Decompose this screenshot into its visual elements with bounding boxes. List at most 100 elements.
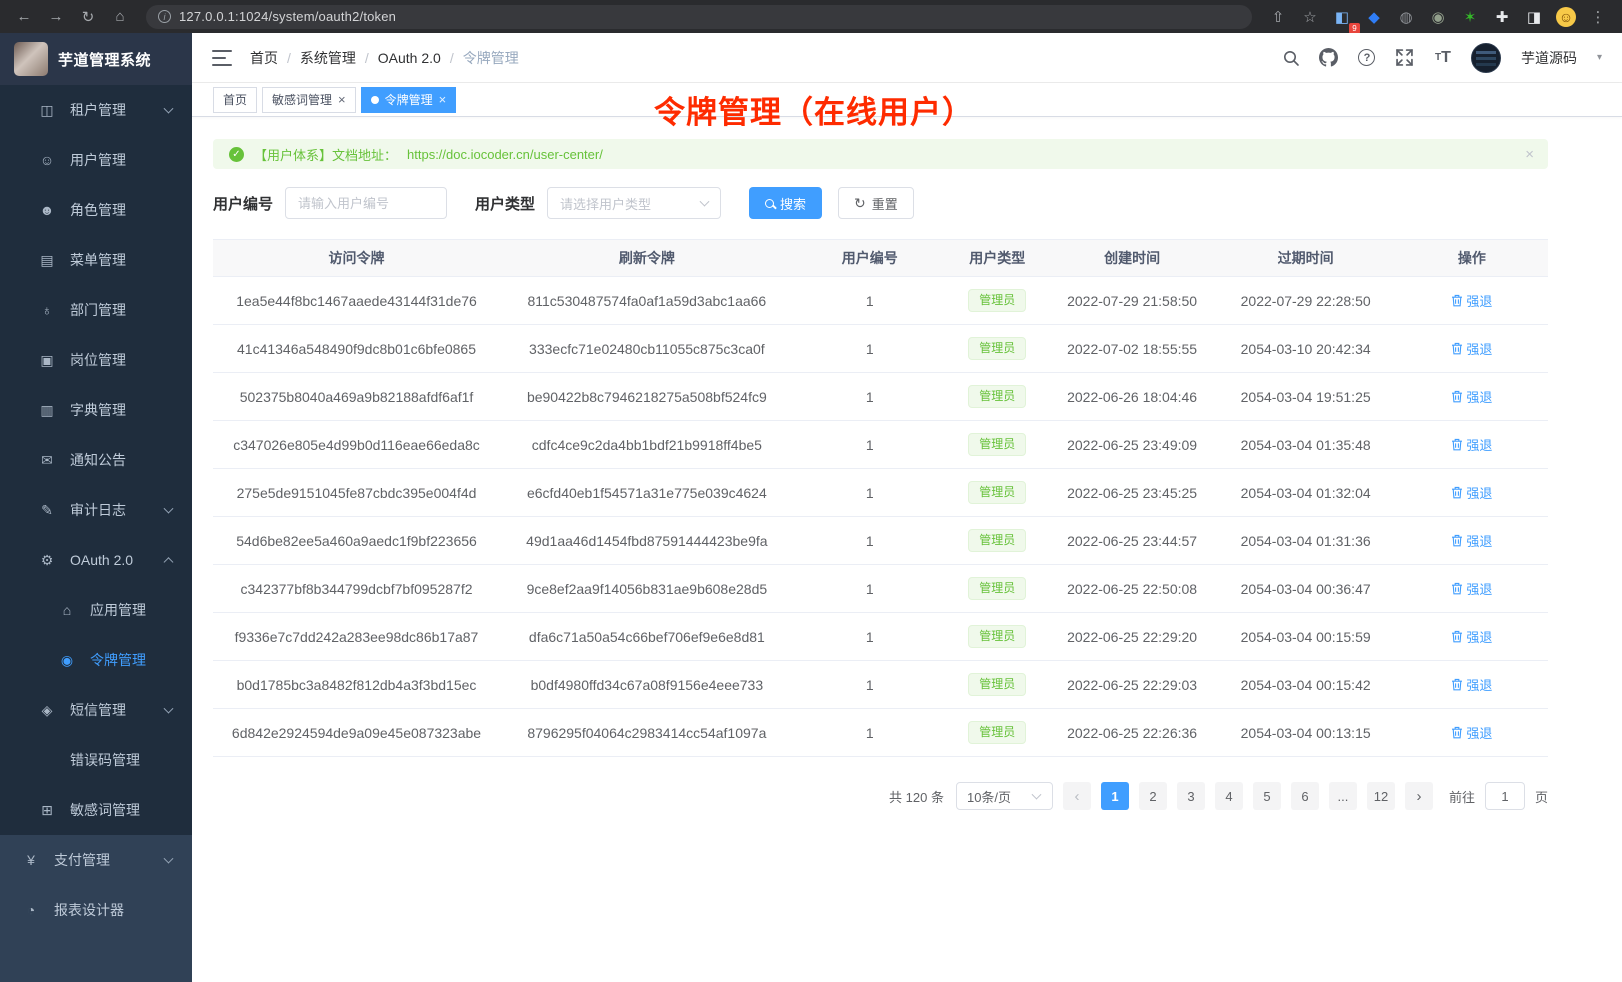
user-name[interactable]: 芋道源码 [1521,48,1577,68]
user-type-select[interactable]: 请选择用户类型 [547,187,721,219]
browser-menu-icon[interactable]: ⋮ [1584,4,1612,30]
user-avatar[interactable] [1471,43,1501,73]
sidebar-item-notice[interactable]: ✉通知公告 [0,435,192,485]
user-id-cell: 1 [794,709,946,757]
force-logout-button[interactable]: 强退 [1451,387,1492,406]
sidebar-item-errcode[interactable]: 错误码管理 [0,735,192,785]
force-logout-button[interactable]: 强退 [1451,483,1492,502]
search-button[interactable]: 搜索 [749,187,822,219]
breadcrumb-system[interactable]: 系统管理 [300,48,356,68]
action-cell: 强退 [1396,517,1548,565]
sidebar-item-oauth2[interactable]: ⚙OAuth 2.0 [0,535,192,585]
sidebar-item-tenant[interactable]: ◫租户管理 [0,85,192,135]
chevron-down-icon [700,197,710,207]
sms-shield-icon: ◈ [38,702,56,719]
font-size-icon[interactable]: TT [1433,48,1453,68]
puzzle-extension-icon[interactable]: ✚ [1488,4,1516,30]
help-icon[interactable]: ? [1357,48,1377,68]
sidebar-item-dict[interactable]: ▥字典管理 [0,385,192,435]
sidebar-item-oauth2-app[interactable]: ⌂应用管理 [0,585,192,635]
sidebar-item-report[interactable]: ◔报表设计器 [0,885,192,935]
user-type-badge: 管理员 [968,577,1026,599]
created-time-cell: 2022-07-02 18:55:55 [1049,325,1216,373]
force-logout-button[interactable]: 强退 [1451,579,1492,598]
tab-view-1[interactable]: 敏感词管理× [262,87,356,113]
extension-badge: 9 [1349,23,1360,34]
split-view-icon[interactable]: ◨ [1520,4,1548,30]
force-logout-button[interactable]: 强退 [1451,291,1492,310]
sidebar-item-user[interactable]: ☺用户管理 [0,135,192,185]
more-pages-button[interactable]: ... [1329,782,1357,810]
user-type-badge: 管理员 [968,337,1026,359]
app-logo[interactable]: 芋道管理系统 [0,33,192,85]
expire-time-cell: 2054-03-04 00:15:59 [1216,613,1396,661]
collapse-sidebar-icon[interactable] [212,50,232,66]
close-tab-icon[interactable]: × [439,93,447,106]
user-id-input[interactable] [285,187,447,219]
top-navbar: 首页 / 系统管理 / OAuth 2.0 / 令牌管理 ? TT [192,33,1622,83]
tab-view-2[interactable]: 令牌管理× [361,87,457,113]
prev-page-button[interactable]: ‹ [1063,782,1091,810]
forward-icon[interactable]: → [42,4,70,30]
command-extension-icon[interactable]: ◍ [1392,4,1420,30]
sidebar-item-audit[interactable]: ✎审计日志 [0,485,192,535]
close-tab-icon[interactable]: × [338,93,346,106]
tab-home[interactable]: 首页 [213,87,257,113]
breadcrumb-oauth[interactable]: OAuth 2.0 [378,50,441,66]
goto-page-input[interactable] [1485,782,1525,810]
sidebar-item-dept[interactable]: ♁部门管理 [0,285,192,335]
page-button-4[interactable]: 4 [1215,782,1243,810]
trash-icon [1451,630,1463,643]
sidebar-item-words[interactable]: ⊞敏感词管理 [0,785,192,835]
back-icon[interactable]: ← [10,4,38,30]
circle-extension-icon[interactable]: ◉ [1424,4,1452,30]
close-icon[interactable]: × [1525,146,1534,163]
force-logout-button[interactable]: 强退 [1451,627,1492,646]
sidebar-menu-system-group: ◫租户管理☺用户管理☻角色管理▤菜单管理♁部门管理▣岗位管理▥字典管理✉通知公告… [0,85,192,835]
profile-avatar[interactable]: ☺ [1552,4,1580,30]
page-button-2[interactable]: 2 [1139,782,1167,810]
page-button-1[interactable]: 1 [1101,782,1129,810]
star-extension-icon[interactable]: ✶ [1456,4,1484,30]
token-table: 访问令牌刷新令牌用户编号用户类型创建时间过期时间操作 1ea5e44f8bc14… [213,239,1548,757]
sidebar-item-oauth2-token[interactable]: ◉令牌管理 [0,635,192,685]
search-icon[interactable] [1281,48,1301,68]
sidebar-item-menu[interactable]: ▤菜单管理 [0,235,192,285]
page-button-12[interactable]: 12 [1367,782,1395,810]
page-button-3[interactable]: 3 [1177,782,1205,810]
reload-icon[interactable]: ↻ [74,4,102,30]
page-button-5[interactable]: 5 [1253,782,1281,810]
doc-link[interactable]: https://doc.iocoder.cn/user-center/ [407,147,603,162]
bookmark-star-icon[interactable]: ☆ [1296,4,1324,30]
breadcrumb-home[interactable]: 首页 [250,48,278,68]
table-row: 54d6be82ee5a460a9aedc1f9bf22365649d1aa46… [213,517,1548,565]
blocks-extension-icon[interactable]: ◧9 [1328,4,1356,30]
reset-button[interactable]: ↻ 重置 [838,187,914,219]
sidebar-item-role[interactable]: ☻角色管理 [0,185,192,235]
sidebar-item-pay[interactable]: ¥支付管理 [0,835,192,885]
home-icon[interactable]: ⌂ [106,4,134,30]
fullscreen-icon[interactable] [1395,48,1415,68]
sidebar-item-post[interactable]: ▣岗位管理 [0,335,192,385]
user-type-cell: 管理员 [946,373,1049,421]
force-logout-button[interactable]: 强退 [1451,435,1492,454]
site-info-icon[interactable]: i [158,10,171,23]
chevron-down-icon[interactable]: ▾ [1597,52,1602,63]
search-icon [765,199,774,208]
tag-view-bar: 首页敏感词管理×令牌管理× [192,83,1622,117]
gem-extension-icon[interactable]: ◆ [1360,4,1388,30]
next-page-button[interactable]: › [1405,782,1433,810]
page-size-select[interactable]: 10条/页 [956,782,1053,810]
force-logout-button[interactable]: 强退 [1451,531,1492,550]
user-type-badge: 管理员 [968,433,1026,455]
page-button-6[interactable]: 6 [1291,782,1319,810]
force-logout-button[interactable]: 强退 [1451,675,1492,694]
refresh-token-cell: be90422b8c7946218275a508bf524fc9 [500,373,794,421]
force-logout-button[interactable]: 强退 [1451,723,1492,742]
address-bar[interactable]: i 127.0.0.1:1024/system/oauth2/token [146,5,1252,29]
force-logout-button[interactable]: 强退 [1451,339,1492,358]
share-icon[interactable]: ⇧ [1264,4,1292,30]
sidebar-item-sms[interactable]: ◈短信管理 [0,685,192,735]
github-icon[interactable] [1319,48,1339,68]
access-token-cell: b0d1785bc3a8482f812db4a3f3bd15ec [213,661,500,709]
